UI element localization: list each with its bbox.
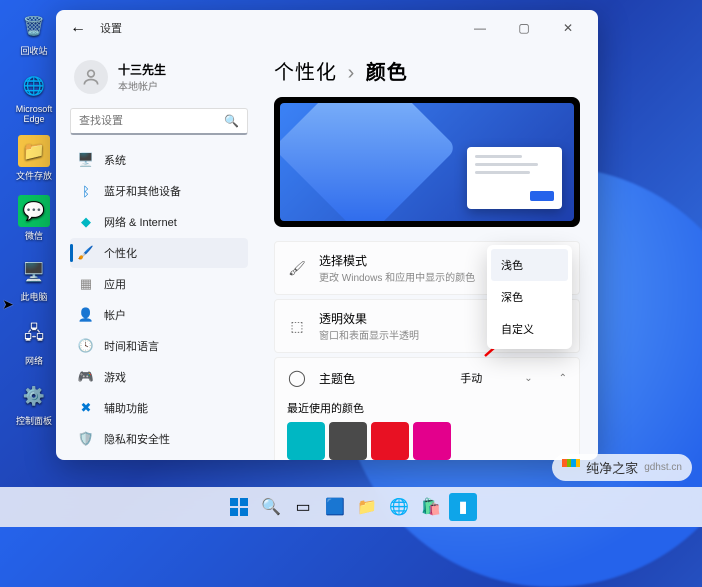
sidebar-item-bluetooth[interactable]: ᛒ蓝牙和其他设备 (70, 176, 248, 206)
user-sub: 本地帐户 (118, 78, 166, 93)
color-swatch[interactable] (329, 422, 367, 460)
sidebar-item-personalization[interactable]: 🖌️个性化 (70, 238, 248, 268)
recent-colors-label: 最近使用的颜色 (287, 400, 567, 416)
taskbar-edge[interactable]: 🌐 (385, 493, 413, 521)
privacy-icon: 🛡️ (78, 431, 94, 447)
accessibility-icon: ✖ (78, 400, 94, 416)
system-icon: 🖥️ (78, 152, 94, 168)
watermark: 纯净之家 gdhst.cn (552, 454, 692, 481)
paint-icon: 🖌 (287, 260, 307, 277)
transparency-sub: 窗口和表面显示半透明 (319, 327, 419, 342)
nav-list: 🖥️系统ᛒ蓝牙和其他设备◆网络 & Internet🖌️个性化▦应用👤帐户🕓时间… (70, 145, 248, 460)
minimize-button[interactable]: — (466, 21, 494, 35)
sidebar-item-accessibility[interactable]: ✖辅助功能 (70, 393, 248, 423)
apps-icon: ▦ (78, 276, 94, 292)
sidebar-item-system[interactable]: 🖥️系统 (70, 145, 248, 175)
gaming-icon: 🎮 (78, 369, 94, 385)
accounts-icon: 👤 (78, 307, 94, 323)
taskbar-widgets[interactable]: 🟦 (321, 493, 349, 521)
taskbar-store[interactable]: 🛍️ (417, 493, 445, 521)
desktop-icon-Microsoft Edge[interactable]: 🌐Microsoft Edge (12, 70, 56, 124)
content-pane: 个性化 › 颜色 (256, 46, 598, 460)
mode-sub: 更改 Windows 和应用中显示的颜色 (319, 269, 475, 284)
desktop-icon-此电脑[interactable]: 🖥️此电脑 (12, 256, 56, 303)
search-input[interactable] (79, 115, 224, 127)
recent-colors (287, 422, 567, 460)
titlebar: ← 设置 — ▢ ✕ (56, 10, 598, 46)
crumb-current: 颜色 (366, 62, 408, 84)
taskbar-explorer[interactable]: 📁 (353, 493, 381, 521)
window-title: 设置 (100, 20, 122, 36)
palette-icon: ◯ (287, 368, 307, 388)
breadcrumb: 个性化 › 颜色 (274, 56, 580, 85)
sidebar: 十三先生 本地帐户 🔍 🖥️系统ᛒ蓝牙和其他设备◆网络 & Internet🖌️… (56, 46, 256, 460)
settings-window: ← 设置 — ▢ ✕ 十三先生 本地帐户 🔍 (56, 10, 598, 460)
sidebar-item-privacy[interactable]: 🛡️隐私和安全性 (70, 424, 248, 454)
taskbar-taskview[interactable]: ▭ (289, 493, 317, 521)
desktop-icon-微信[interactable]: 💬微信 (12, 195, 56, 242)
taskbar: 🔍 ▭ 🟦 📁 🌐 🛍️ ▮ (0, 487, 702, 527)
color-swatch[interactable] (371, 422, 409, 460)
close-button[interactable]: ✕ (554, 21, 582, 35)
sidebar-item-accounts[interactable]: 👤帐户 (70, 300, 248, 330)
transparency-icon: ⬚ (287, 318, 307, 335)
desktop-icon-文件存放[interactable]: 📁文件存放 (12, 135, 56, 182)
network-icon: ◆ (78, 214, 94, 230)
sidebar-item-apps[interactable]: ▦应用 (70, 269, 248, 299)
desktop-icon-网络[interactable]: 🖧网络 (12, 320, 56, 367)
search-icon: 🔍 (224, 114, 239, 128)
time-icon: 🕓 (78, 338, 94, 354)
desktop-icon-回收站[interactable]: 🗑️回收站 (12, 10, 56, 57)
accent-color-section: ◯ 主题色 手动 ⌄ ⌃ 最近使用的颜色 Windows 颜色 (274, 357, 580, 460)
taskbar-search[interactable]: 🔍 (257, 493, 285, 521)
mode-option-light[interactable]: 浅色 (491, 249, 568, 281)
accent-auto-select[interactable]: 手动 (460, 370, 482, 386)
sidebar-item-gaming[interactable]: 🎮游戏 (70, 362, 248, 392)
sidebar-item-network[interactable]: ◆网络 & Internet (70, 207, 248, 237)
search-box[interactable]: 🔍 (70, 108, 248, 135)
theme-preview (274, 97, 580, 227)
mode-title: 选择模式 (319, 252, 475, 269)
color-swatch[interactable] (287, 422, 325, 460)
mode-option-custom[interactable]: 自定义 (491, 313, 568, 345)
chevron-right-icon: › (348, 62, 356, 84)
user-name: 十三先生 (118, 61, 166, 78)
preview-mini-window (467, 147, 562, 209)
mode-option-dark[interactable]: 深色 (491, 281, 568, 313)
back-button[interactable]: ← (64, 19, 92, 37)
maximize-button[interactable]: ▢ (510, 21, 538, 35)
accent-title: 主题色 (319, 370, 355, 387)
desktop-icon-控制面板[interactable]: ⚙️控制面板 (12, 380, 56, 427)
transparency-title: 透明效果 (319, 310, 419, 327)
chevron-up-icon[interactable]: ⌃ (559, 373, 567, 384)
personalization-icon: 🖌️ (78, 245, 94, 261)
sidebar-item-update[interactable]: ↻Windows 更新 (70, 455, 248, 460)
user-profile[interactable]: 十三先生 本地帐户 (70, 54, 248, 108)
bluetooth-icon: ᛒ (78, 183, 94, 199)
crumb-parent[interactable]: 个性化 (274, 62, 337, 84)
taskbar-app[interactable]: ▮ (449, 493, 477, 521)
start-button[interactable] (225, 493, 253, 521)
color-swatch[interactable] (413, 422, 451, 460)
sidebar-item-time[interactable]: 🕓时间和语言 (70, 331, 248, 361)
mode-dropdown: 浅色 深色 自定义 (487, 245, 572, 349)
chevron-down-icon[interactable]: ⌄ (524, 373, 532, 384)
avatar (74, 60, 108, 94)
